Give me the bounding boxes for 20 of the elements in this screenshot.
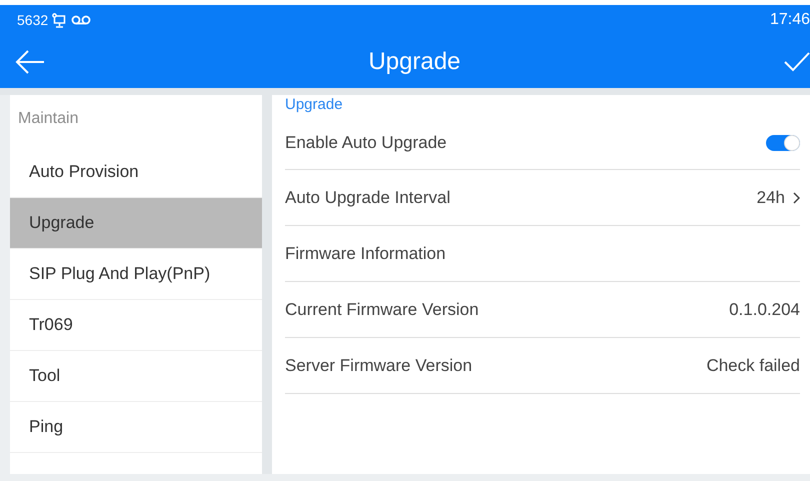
section-header: Upgrade: [285, 95, 344, 115]
setting-label: Current Firmware Version: [285, 298, 479, 321]
sidebar-section-header: Maintain: [17, 109, 80, 129]
chevron-right-icon[interactable]: [793, 192, 800, 204]
toggle-switch[interactable]: [766, 135, 800, 151]
voicemail-icon: [71, 15, 92, 25]
setting-label: Enable Auto Upgrade: [285, 132, 447, 154]
back-arrow-icon[interactable]: [15, 50, 45, 74]
clock-time: 17:46: [770, 10, 810, 30]
group-heading: Firmware Information: [285, 242, 446, 265]
setting-label: Auto Upgrade Interval: [285, 186, 450, 209]
setting-value: 0.1.0.204: [729, 298, 800, 321]
page-title: Upgrade: [368, 46, 461, 76]
extension-number: 5632: [17, 10, 48, 30]
setting-value[interactable]: 24h: [756, 184, 785, 210]
setting-value: Check failed: [706, 354, 800, 377]
sidebar-item[interactable]: Upgrade: [10, 198, 262, 249]
checkmark-icon[interactable]: [784, 52, 810, 72]
network-icon: [52, 12, 68, 28]
setting-label: Server Firmware Version: [285, 354, 472, 377]
